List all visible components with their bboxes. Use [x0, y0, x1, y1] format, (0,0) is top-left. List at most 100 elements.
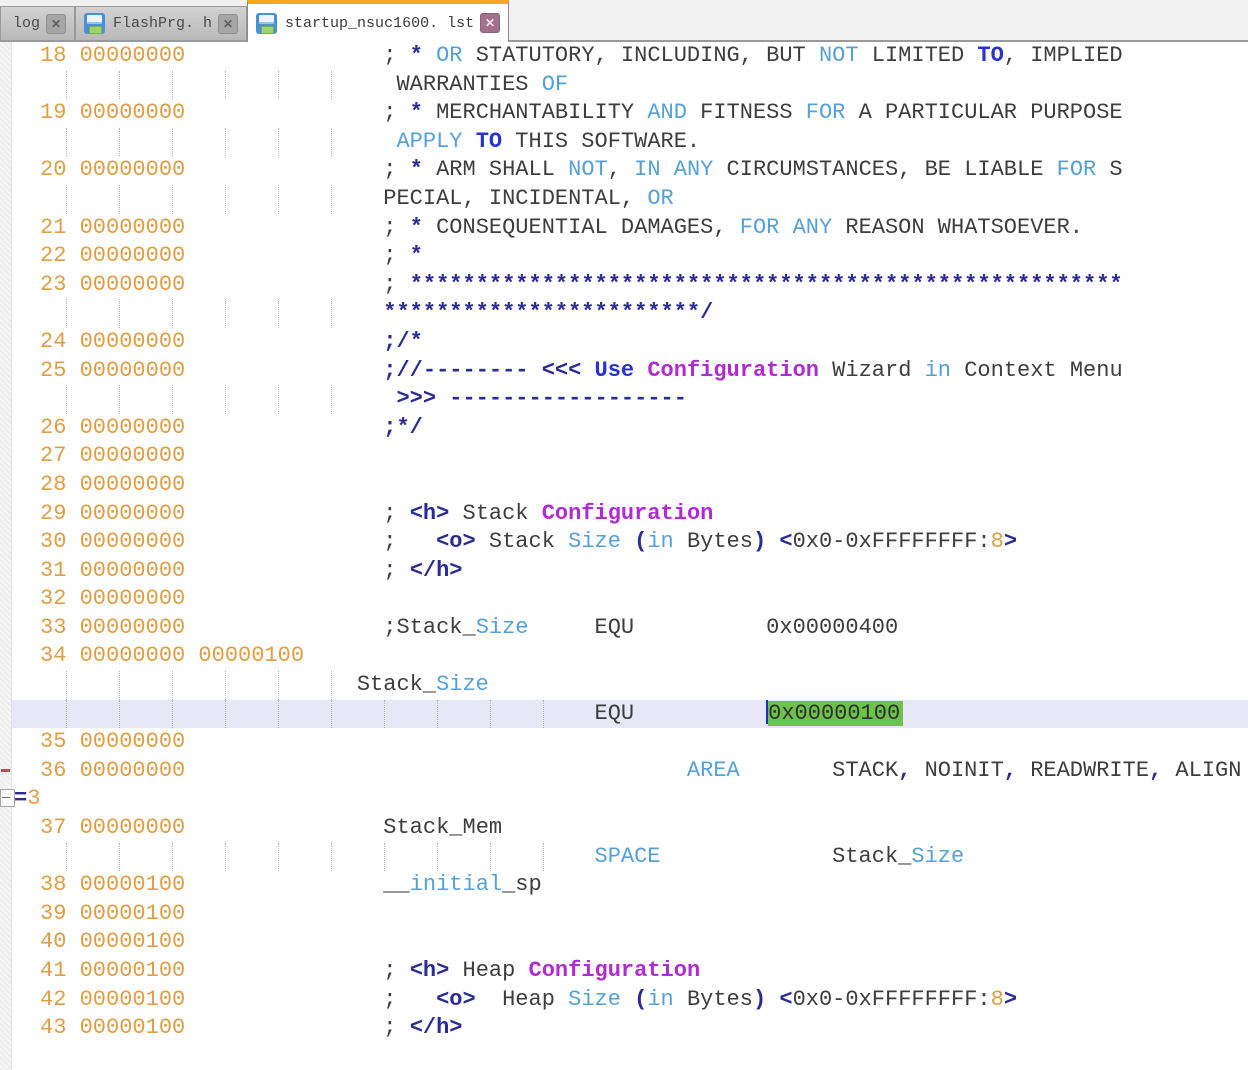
- code-segment: [423, 43, 436, 68]
- code-segment: 30 00000000: [40, 529, 185, 554]
- code-line[interactable]: APPLY TO THIS SOFTWARE.: [0, 128, 1248, 157]
- code-line[interactable]: 38 00000100 __initial_sp: [0, 871, 1248, 900]
- code-line[interactable]: ************************/: [0, 299, 1248, 328]
- code-segment: ;: [383, 1015, 409, 1040]
- code-line[interactable]: 29 00000000 ; <h> Stack Configuration: [0, 500, 1248, 529]
- close-icon[interactable]: ✕: [480, 13, 500, 33]
- code-segment: 33 00000000: [40, 615, 185, 640]
- code-segment: [185, 243, 383, 268]
- code-segment: IN: [634, 157, 660, 182]
- code-segment: 23 00000000: [40, 272, 185, 297]
- code-segment: NOINIT: [911, 758, 1003, 783]
- code-line[interactable]: PECIAL, INCIDENTAL, OR: [0, 185, 1248, 214]
- code-segment: in: [925, 358, 951, 383]
- code-line[interactable]: 35 00000000: [0, 728, 1248, 757]
- code-line[interactable]: 18 00000000 ; * OR STATUTORY, INCLUDING,…: [0, 42, 1248, 71]
- code-segment: REASON WHATSOEVER.: [832, 215, 1083, 240]
- tab-label: FlashPrg. h: [109, 15, 218, 32]
- wrap-marker: [0, 789, 15, 807]
- code-segment: [40, 129, 383, 154]
- code-line[interactable]: 31 00000000 ; </h>: [0, 557, 1248, 586]
- tab-flashprg-h[interactable]: FlashPrg. h ✕: [75, 6, 247, 40]
- code-line[interactable]: 23 00000000 ; **************************…: [0, 271, 1248, 300]
- code-segment: [185, 100, 383, 125]
- code-line[interactable]: 19 00000000 ; * MERCHANTABILITY AND FITN…: [0, 99, 1248, 128]
- code-segment: *: [410, 157, 423, 182]
- code-segment: 3: [27, 786, 40, 811]
- code-segment: [529, 615, 595, 640]
- code-segment: TO: [977, 43, 1003, 68]
- code-segment: Size: [568, 987, 621, 1012]
- code-segment: [40, 300, 383, 325]
- code-segment: CONSEQUENTIAL DAMAGES,: [423, 215, 740, 240]
- close-icon[interactable]: ✕: [46, 14, 66, 34]
- code-segment: Configuration: [542, 501, 714, 526]
- code-segment: __: [383, 872, 409, 897]
- code-line[interactable]: EQU 0x00000100: [0, 700, 1248, 729]
- code-segment: 42 00000100: [40, 987, 185, 1012]
- code-segment: =: [14, 786, 27, 811]
- tab-log[interactable]: log ✕: [0, 6, 75, 40]
- code-line[interactable]: 26 00000000 ;*/: [0, 414, 1248, 443]
- code-segment: 40 00000100: [40, 929, 185, 954]
- code-line[interactable]: WARRANTIES OF: [0, 71, 1248, 100]
- code-segment: *: [410, 100, 423, 125]
- code-segment: [185, 615, 383, 640]
- code-segment: 29 00000000: [40, 501, 185, 526]
- code-line[interactable]: 36 00000000 AREA STACK, NOINIT, READWRIT…: [0, 757, 1248, 786]
- code-line[interactable]: 28 00000000: [0, 471, 1248, 500]
- code-segment: ;: [383, 157, 409, 182]
- code-segment: [185, 958, 383, 983]
- code-segment: FOR: [740, 215, 780, 240]
- code-segment: ;*/: [383, 415, 423, 440]
- code-line[interactable]: Stack_Size: [0, 671, 1248, 700]
- code-segment: [185, 272, 383, 297]
- code-segment: ANY: [674, 157, 714, 182]
- code-line[interactable]: 32 00000000: [0, 585, 1248, 614]
- code-segment: 31 00000000: [40, 558, 185, 583]
- code-segment: ,: [898, 758, 911, 783]
- code-line[interactable]: 34 00000000 00000100: [0, 642, 1248, 671]
- code-line[interactable]: 21 00000000 ; * CONSEQUENTIAL DAMAGES, F…: [0, 214, 1248, 243]
- code-segment: FITNESS: [687, 100, 806, 125]
- code-segment: ;//-------- <<<: [383, 358, 581, 383]
- code-line[interactable]: SPACE Stack_Size: [0, 843, 1248, 872]
- code-line[interactable]: 40 00000100: [0, 928, 1248, 957]
- code-segment: <h>: [410, 501, 450, 526]
- code-line[interactable]: 27 00000000: [0, 442, 1248, 471]
- code-editor[interactable]: 18 00000000 ; * OR STATUTORY, INCLUDING,…: [0, 42, 1248, 1070]
- code-line[interactable]: 39 00000100: [0, 900, 1248, 929]
- code-line[interactable]: =3: [0, 785, 1248, 814]
- tab-startup-nsuc1600-lst[interactable]: startup_nsuc1600. lst ✕: [247, 0, 509, 42]
- code-line[interactable]: 20 00000000 ; * ARM SHALL NOT, IN ANY CI…: [0, 156, 1248, 185]
- code-segment: Configuration: [529, 958, 701, 983]
- code-segment: [634, 358, 647, 383]
- code-segment: AND: [647, 100, 687, 125]
- code-line[interactable]: 37 00000000 Stack_Mem: [0, 814, 1248, 843]
- code-line[interactable]: 42 00000100 ; <o> Heap Size (in Bytes) <…: [0, 986, 1248, 1015]
- code-segment: Size: [476, 615, 529, 640]
- code-segment: 39 00000100: [40, 901, 185, 926]
- code-segment: Stack_Mem: [383, 815, 502, 840]
- code-segment: Heap: [449, 958, 528, 983]
- code-segment: OR: [436, 43, 462, 68]
- code-segment: </h>: [410, 558, 463, 583]
- code-segment: in: [647, 529, 673, 554]
- code-segment: [185, 987, 383, 1012]
- code-line[interactable]: 33 00000000 ;Stack_Size EQU 0x00000400: [0, 614, 1248, 643]
- code-line[interactable]: 30 00000000 ; <o> Stack Size (in Bytes) …: [0, 528, 1248, 557]
- code-segment: [40, 701, 595, 726]
- code-line[interactable]: 24 00000000 ;/*: [0, 328, 1248, 357]
- code-segment: [621, 987, 634, 1012]
- code-line[interactable]: 22 00000000 ; *: [0, 242, 1248, 271]
- code-line[interactable]: 41 00000100 ; <h> Heap Configuration: [0, 957, 1248, 986]
- code-segment: [634, 615, 766, 640]
- code-line[interactable]: 25 00000000 ;//-------- <<< Use Configur…: [0, 357, 1248, 386]
- code-segment: 35 00000000: [40, 729, 185, 754]
- code-line[interactable]: >>> ------------------: [0, 385, 1248, 414]
- close-icon[interactable]: ✕: [218, 14, 238, 34]
- code-segment: Size: [436, 672, 489, 697]
- code-line[interactable]: 43 00000100 ; </h>: [0, 1014, 1248, 1043]
- code-segment: <h>: [410, 958, 450, 983]
- code-segment: 0x00000400: [766, 615, 898, 640]
